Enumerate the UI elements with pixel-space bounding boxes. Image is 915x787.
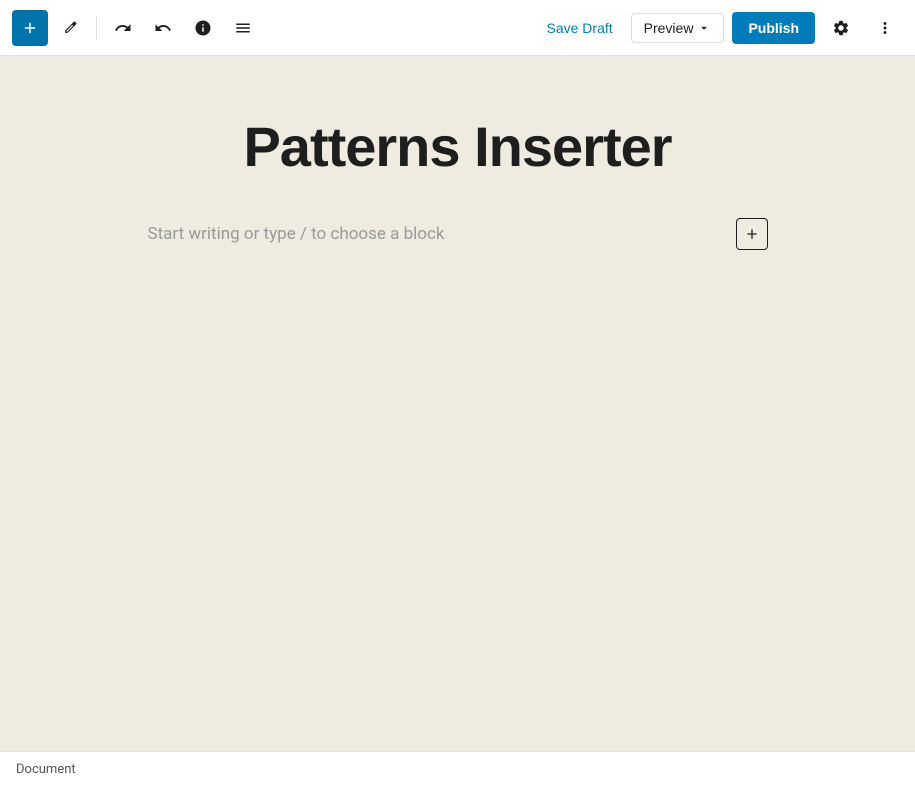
toolbar: Save Draft Preview Publish xyxy=(0,0,915,56)
toolbar-divider-1 xyxy=(96,16,97,40)
list-view-button[interactable] xyxy=(225,10,261,46)
toolbar-left xyxy=(12,10,537,46)
toolbar-right: Save Draft Preview Publish xyxy=(537,10,904,46)
chevron-down-icon xyxy=(697,21,711,35)
add-block-inline-button[interactable] xyxy=(736,218,768,250)
plus-icon xyxy=(744,226,760,242)
block-placeholder-row: Start writing or type / to choose a bloc… xyxy=(148,218,768,250)
info-button[interactable] xyxy=(185,10,221,46)
block-placeholder-text[interactable]: Start writing or type / to choose a bloc… xyxy=(148,224,724,244)
publish-button[interactable]: Publish xyxy=(732,12,815,44)
document-label: Document xyxy=(16,762,76,777)
redo-button[interactable] xyxy=(145,10,181,46)
pen-tool-button[interactable] xyxy=(52,10,88,46)
undo-button[interactable] xyxy=(105,10,141,46)
post-title[interactable]: Patterns Inserter xyxy=(148,116,768,178)
editor-area: Patterns Inserter Start writing or type … xyxy=(0,56,915,751)
more-options-button[interactable] xyxy=(867,10,903,46)
preview-button[interactable]: Preview xyxy=(631,13,725,43)
preview-label: Preview xyxy=(644,20,694,36)
bottom-bar: Document xyxy=(0,751,915,787)
save-draft-button[interactable]: Save Draft xyxy=(537,14,623,42)
settings-button[interactable] xyxy=(823,10,859,46)
editor-content: Patterns Inserter Start writing or type … xyxy=(148,116,768,250)
add-block-button[interactable] xyxy=(12,10,48,46)
